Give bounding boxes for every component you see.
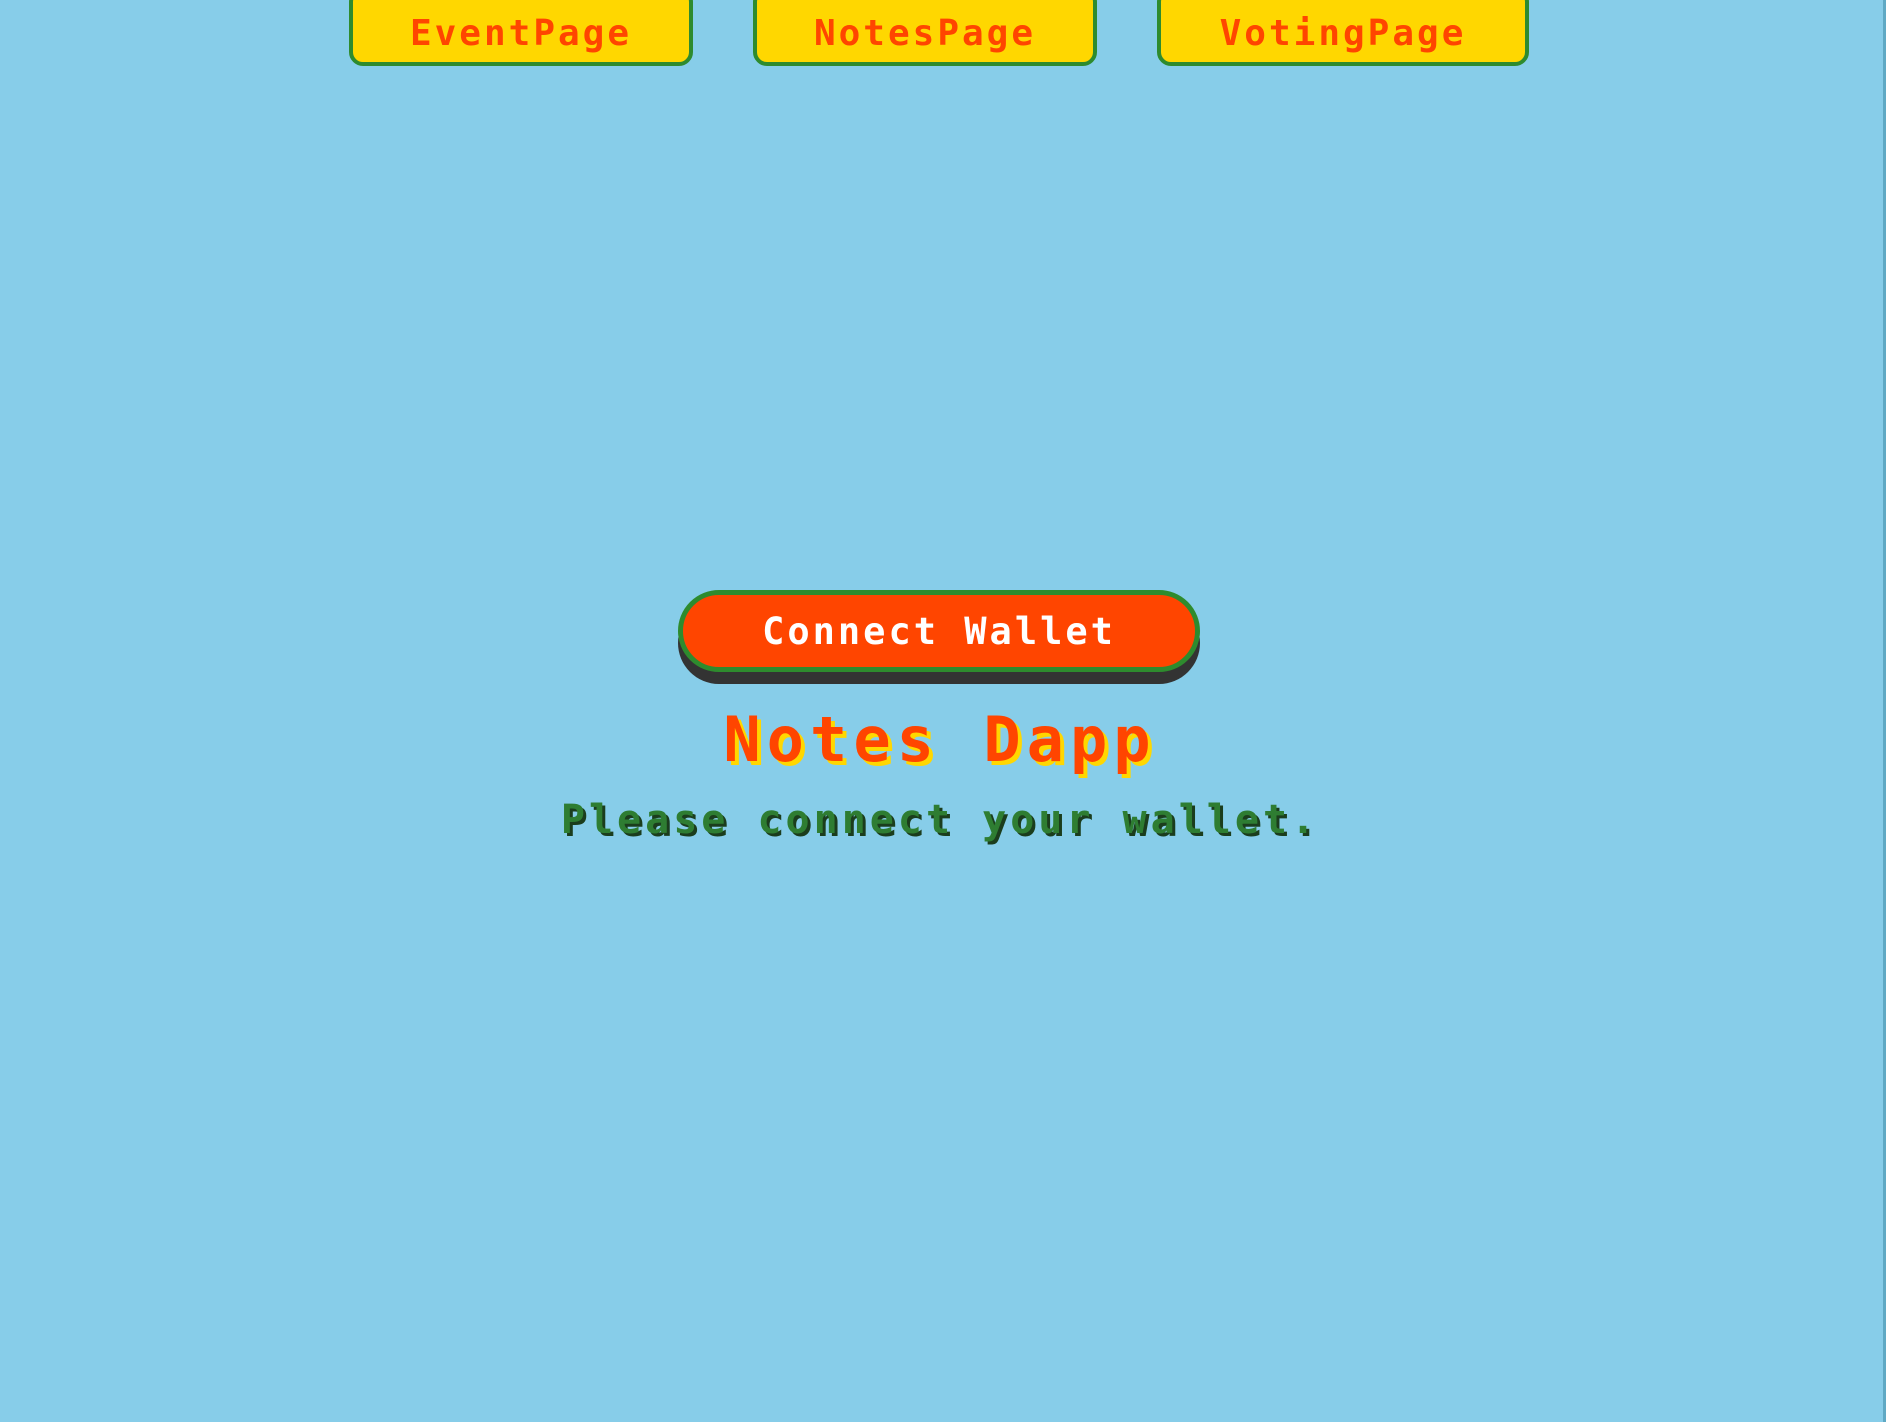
connect-wallet-message: Please connect your wallet.	[560, 797, 1320, 843]
nav-button-label: NotesPage	[813, 12, 1037, 54]
nav-button-label: VotingPage	[1219, 12, 1467, 54]
connect-wallet-label: Connect Wallet	[762, 609, 1116, 653]
top-navigation: EventPage NotesPage VotingPage	[0, 0, 1886, 72]
nav-button-eventpage[interactable]: EventPage	[349, 0, 693, 66]
nav-button-notespage[interactable]: NotesPage	[753, 0, 1097, 66]
connect-wallet-button[interactable]: Connect Wallet	[678, 590, 1200, 672]
page-title: Notes Dapp	[723, 703, 1157, 776]
nav-button-votingpage[interactable]: VotingPage	[1157, 0, 1529, 66]
nav-button-label: EventPage	[409, 12, 633, 54]
